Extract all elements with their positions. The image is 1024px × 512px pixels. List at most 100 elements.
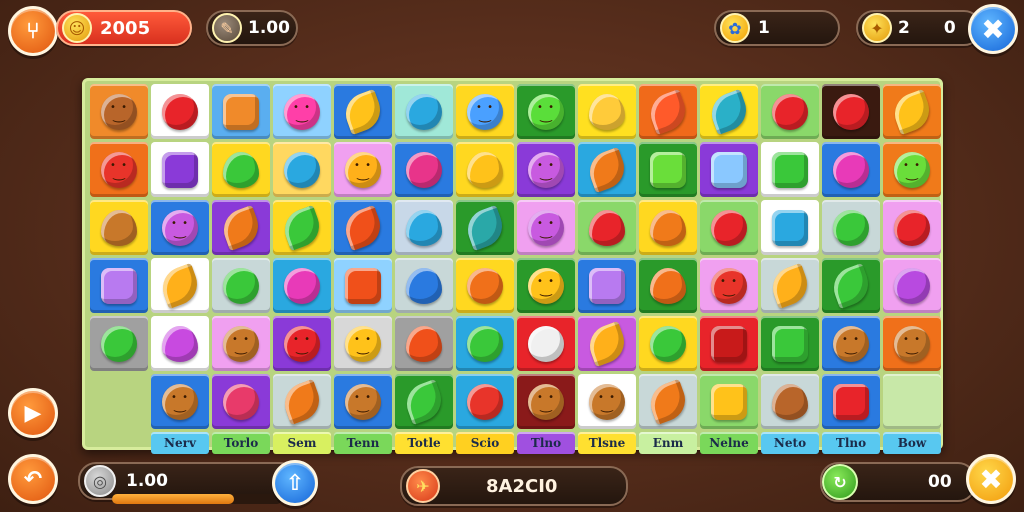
board-tile[interactable] [578, 316, 636, 371]
board-tile[interactable] [395, 142, 453, 197]
board-tile[interactable] [761, 258, 819, 313]
board-tile[interactable] [883, 316, 941, 371]
refresh-icon[interactable]: ↻ [822, 464, 858, 500]
board-tile[interactable] [334, 84, 392, 139]
board-tile[interactable] [761, 84, 819, 139]
board-tile[interactable] [151, 258, 209, 313]
board-tile[interactable] [395, 316, 453, 371]
board-tile[interactable] [578, 258, 636, 313]
board-tile[interactable] [90, 200, 148, 255]
candy-piece [528, 93, 564, 130]
board-tile[interactable] [700, 200, 758, 255]
board-tile[interactable] [151, 200, 209, 255]
board-tile[interactable] [334, 142, 392, 197]
candy-piece [705, 88, 753, 135]
board-tile[interactable] [90, 258, 148, 313]
board-tile[interactable] [822, 258, 880, 313]
board-tile[interactable] [639, 316, 697, 371]
board-tile[interactable] [395, 374, 453, 429]
board-tile[interactable] [883, 142, 941, 197]
board-tile[interactable] [273, 258, 331, 313]
board-tile[interactable] [90, 316, 148, 371]
column-label: Bow [883, 432, 941, 454]
board-tile[interactable] [700, 316, 758, 371]
board-tile[interactable] [822, 316, 880, 371]
board-tile[interactable] [639, 200, 697, 255]
board-tile[interactable] [639, 258, 697, 313]
board-tile[interactable] [456, 84, 514, 139]
upload-button[interactable]: ⇧ [272, 460, 318, 506]
board-tile[interactable] [883, 258, 941, 313]
board-tile[interactable] [822, 374, 880, 429]
board-tile[interactable] [334, 374, 392, 429]
board-tile[interactable] [334, 200, 392, 255]
board-tile[interactable] [456, 200, 514, 255]
board-tile[interactable] [639, 374, 697, 429]
booster-pill[interactable]: ✎ 1.00 [206, 10, 298, 46]
board-tile[interactable] [395, 84, 453, 139]
menu-button[interactable]: ⑂ [8, 6, 58, 56]
board-tile[interactable] [517, 200, 575, 255]
board-tile[interactable] [761, 316, 819, 371]
board-tile[interactable] [700, 142, 758, 197]
board-tile[interactable] [761, 200, 819, 255]
board-tile[interactable] [456, 374, 514, 429]
board-tile[interactable] [578, 374, 636, 429]
board-tile[interactable] [517, 84, 575, 139]
board-tile[interactable] [517, 258, 575, 313]
board-tile[interactable] [273, 200, 331, 255]
board-tile[interactable] [273, 316, 331, 371]
board-tile[interactable] [700, 258, 758, 313]
board-tile[interactable] [395, 258, 453, 313]
back-button[interactable]: ↶ [8, 454, 58, 504]
board-tile[interactable] [90, 84, 148, 139]
board-tile[interactable] [822, 200, 880, 255]
board-tile[interactable] [212, 84, 270, 139]
board-tile[interactable] [334, 316, 392, 371]
board-tile[interactable] [151, 374, 209, 429]
board-tile[interactable] [456, 316, 514, 371]
board-tile[interactable] [151, 84, 209, 139]
board-tile[interactable] [883, 84, 941, 139]
board-tile[interactable] [639, 84, 697, 139]
play-button[interactable]: ▶ [8, 388, 58, 438]
board-tile[interactable] [273, 84, 331, 139]
board-tile[interactable] [90, 142, 148, 197]
close-button[interactable]: ✖ [968, 4, 1018, 54]
board-tile[interactable] [639, 142, 697, 197]
candy-piece [223, 325, 259, 362]
board-tile[interactable] [700, 374, 758, 429]
board-tile[interactable] [578, 200, 636, 255]
board-tile[interactable] [151, 142, 209, 197]
board-tile[interactable] [822, 84, 880, 139]
board-tile[interactable] [273, 142, 331, 197]
board-tile[interactable] [456, 142, 514, 197]
board-tile[interactable] [578, 142, 636, 197]
board-tile[interactable] [761, 374, 819, 429]
board-tile[interactable] [395, 200, 453, 255]
board-tile[interactable] [761, 142, 819, 197]
board-tile[interactable] [212, 316, 270, 371]
game-board: NervTorloSemTennTotleScioTlnoTlsneEnmNel… [82, 78, 943, 454]
board-tile[interactable] [151, 316, 209, 371]
column-label: Nelne [700, 432, 758, 454]
board-tile[interactable] [517, 142, 575, 197]
bottom-close-button[interactable]: ✖ [966, 454, 1016, 504]
board-tile[interactable] [578, 84, 636, 139]
board-tile[interactable] [883, 374, 941, 429]
board-tile[interactable] [822, 142, 880, 197]
board-tile[interactable] [212, 374, 270, 429]
board-tile[interactable] [700, 84, 758, 139]
board-tile[interactable] [334, 258, 392, 313]
candy-piece [467, 325, 503, 362]
board-tile[interactable] [212, 200, 270, 255]
board-tile[interactable] [517, 316, 575, 371]
board-tile[interactable] [212, 258, 270, 313]
board-tile[interactable] [517, 374, 575, 429]
board-tile[interactable] [212, 142, 270, 197]
board-tile[interactable] [883, 200, 941, 255]
candy-piece [894, 267, 930, 304]
candy-piece [223, 267, 259, 304]
board-tile[interactable] [273, 374, 331, 429]
board-tile[interactable] [456, 258, 514, 313]
